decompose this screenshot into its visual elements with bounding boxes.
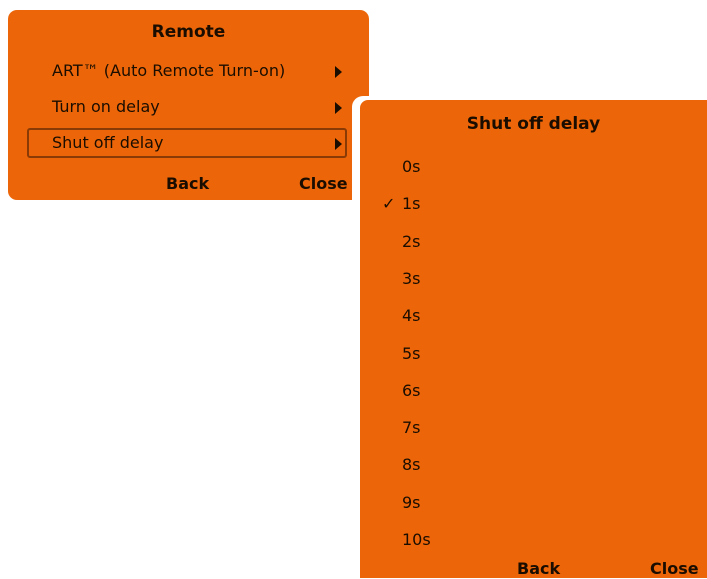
submenu-back-button[interactable]: Back	[517, 559, 560, 579]
option-label: 2s	[402, 231, 421, 251]
option-label: 3s	[402, 268, 421, 288]
option-5s[interactable]: 5s	[360, 339, 660, 369]
option-6s[interactable]: 6s	[360, 376, 660, 406]
option-0s[interactable]: 0s	[360, 152, 660, 182]
option-label: 0s	[402, 157, 421, 176]
chevron-right-icon	[335, 66, 342, 78]
shut-off-delay-submenu: Shut off delay 0s ✓ 1s 2s 3s 4s 5s 6s 7s 8s 9s 10s …	[352, 96, 707, 578]
option-8s[interactable]: 8s	[360, 450, 660, 480]
menu-item-label: Turn on delay	[52, 97, 160, 116]
option-9s[interactable]: 9s	[360, 488, 660, 518]
back-button[interactable]: Back	[166, 174, 209, 194]
option-2s[interactable]: 2s	[360, 227, 660, 257]
option-label: 1s	[402, 194, 421, 214]
chevron-right-icon	[335, 138, 342, 150]
menu-item-label: ART™ (Auto Remote Turn-on)	[52, 61, 286, 80]
submenu-title: Shut off delay	[466, 114, 601, 134]
option-4s[interactable]: 4s	[360, 301, 660, 331]
menu-item-shut-off-delay[interactable]: Shut off delay	[27, 128, 347, 158]
remote-menu: Remote ART™ (Auto Remote Turn-on) Turn o…	[8, 10, 369, 200]
option-label: 5s	[402, 343, 421, 363]
option-label: 8s	[402, 455, 421, 475]
option-3s[interactable]: 3s	[360, 264, 660, 294]
option-10s[interactable]: 10s	[360, 525, 660, 555]
close-button[interactable]: Close	[299, 174, 348, 194]
option-1s[interactable]: ✓ 1s	[360, 189, 660, 219]
option-label: 9s	[402, 492, 421, 512]
menu-item-turn-on-delay[interactable]: Turn on delay	[27, 92, 347, 122]
option-7s[interactable]: 7s	[360, 413, 660, 443]
option-label: 10s	[402, 530, 431, 549]
menu-item-art[interactable]: ART™ (Auto Remote Turn-on)	[27, 56, 347, 86]
chevron-right-icon	[335, 102, 342, 114]
remote-menu-title: Remote	[151, 22, 226, 42]
option-label: 4s	[402, 306, 421, 326]
menu-item-label: Shut off delay	[52, 133, 164, 152]
submenu-close-button[interactable]: Close	[650, 559, 699, 579]
check-icon: ✓	[382, 194, 396, 214]
submenu-panel: Shut off delay 0s ✓ 1s 2s 3s 4s 5s 6s 7s 8s 9s 10s …	[360, 100, 707, 578]
option-label: 6s	[402, 380, 421, 400]
option-label: 7s	[402, 418, 421, 438]
